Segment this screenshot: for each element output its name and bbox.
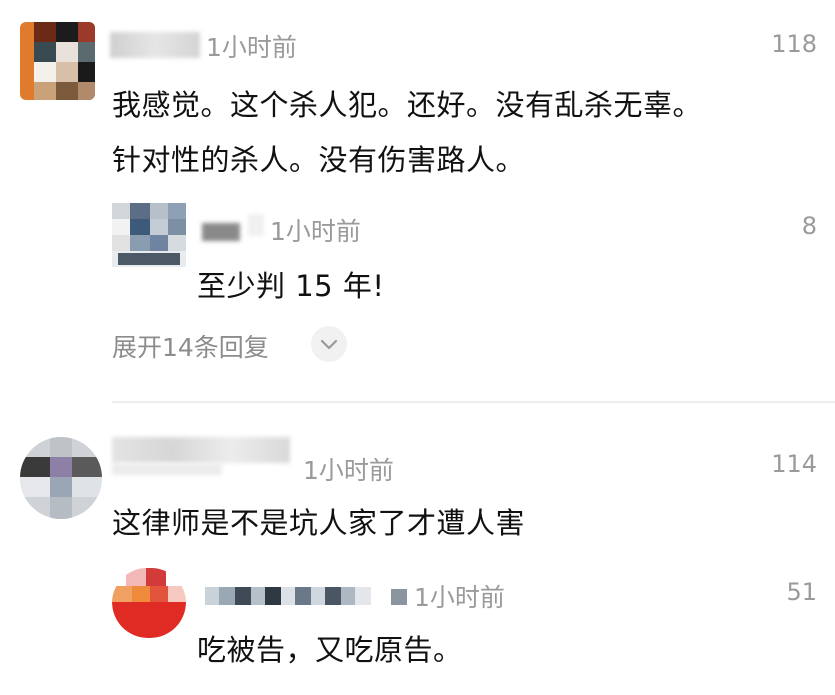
username-blurred[interactable] xyxy=(112,437,290,463)
chevron-down-icon xyxy=(311,326,347,362)
reply-text: 至少判 15 年! xyxy=(197,269,385,303)
like-count[interactable]: 51 xyxy=(786,578,817,606)
reply-time: 1小时前 xyxy=(270,217,361,246)
username-blurred xyxy=(248,214,264,236)
avatar[interactable] xyxy=(112,568,186,638)
avatar[interactable] xyxy=(20,437,102,519)
expand-replies-label: 展开14条回复 xyxy=(112,333,269,362)
reply-time: 1小时前 xyxy=(414,583,505,612)
comment-divider xyxy=(112,401,835,403)
like-count[interactable]: 118 xyxy=(771,30,817,58)
reply-text: 吃被告，又吃原告。 xyxy=(197,633,463,667)
username-blurred xyxy=(112,463,222,475)
comment-text: 这律师是不是坑人家了才遭人害 xyxy=(112,506,526,540)
comment-text: 我感觉。这个杀人犯。还好。没有乱杀无辜。 xyxy=(112,88,703,122)
username-blurred[interactable] xyxy=(205,587,410,605)
avatar[interactable] xyxy=(112,203,186,267)
comment-text: 针对性的杀人。没有伤害路人。 xyxy=(112,143,526,177)
comment-time: 1小时前 xyxy=(303,456,394,485)
comment-time: 1小时前 xyxy=(206,33,297,62)
like-count[interactable]: 8 xyxy=(802,212,817,240)
expand-replies-button[interactable]: 展开14条回复 xyxy=(112,326,352,366)
avatar[interactable] xyxy=(20,22,95,100)
like-count[interactable]: 114 xyxy=(771,450,817,478)
username-blurred[interactable] xyxy=(202,223,240,241)
username-blurred[interactable] xyxy=(110,32,200,58)
